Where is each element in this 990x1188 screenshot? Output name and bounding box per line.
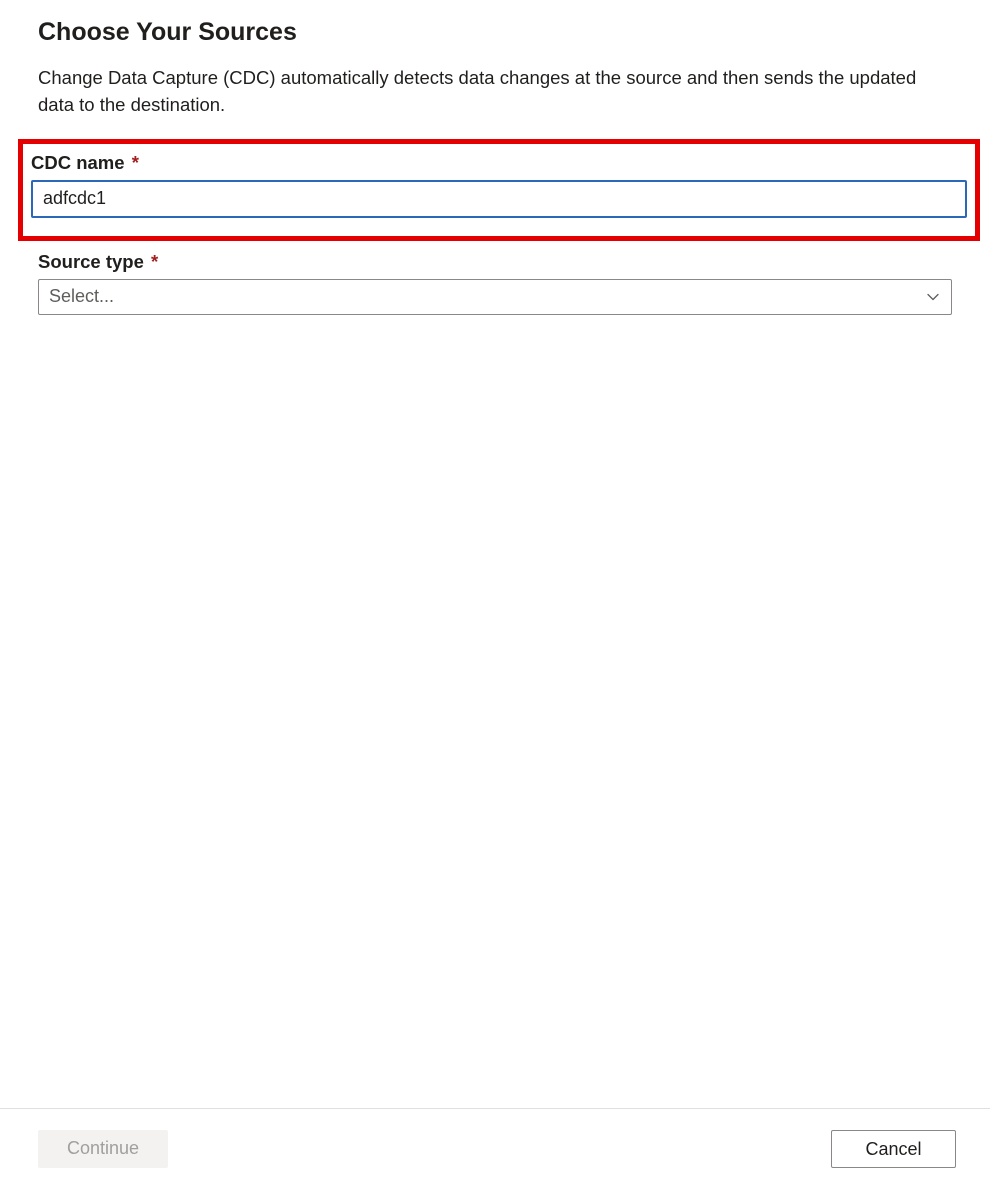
required-asterisk: * [151,251,158,272]
cdc-name-input[interactable] [31,180,967,218]
source-type-label: Source type * [38,251,158,273]
cdc-name-highlight: CDC name * [18,139,980,241]
required-asterisk: * [132,152,139,173]
cdc-name-field-group: CDC name * [31,152,967,218]
page-title: Choose Your Sources [38,18,952,47]
cdc-name-label-text: CDC name [31,152,125,173]
page-description: Change Data Capture (CDC) automatically … [38,65,918,119]
footer: Continue Cancel [0,1108,990,1188]
source-type-label-text: Source type [38,251,144,272]
cdc-name-label: CDC name * [31,152,139,174]
source-type-select-wrapper: Select... [38,279,952,315]
continue-button[interactable]: Continue [38,1130,168,1168]
source-type-field-group: Source type * Select... [38,251,952,315]
cancel-button[interactable]: Cancel [831,1130,956,1168]
source-type-select[interactable]: Select... [38,279,952,315]
